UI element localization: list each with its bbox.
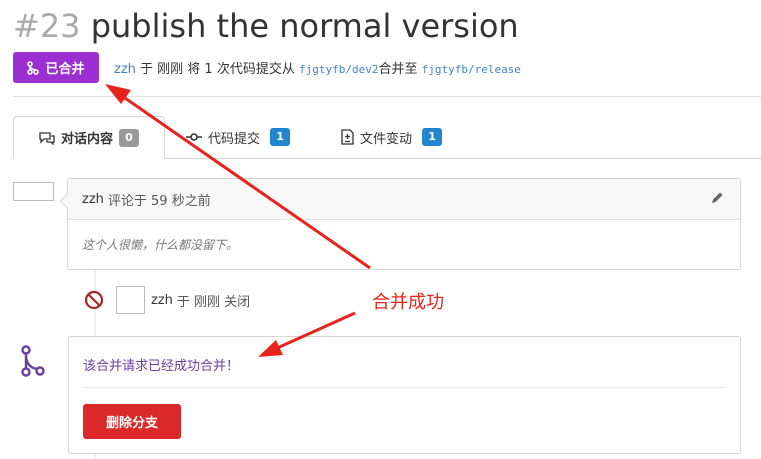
merge-event-icon — [21, 345, 45, 377]
tab-conversation-count: 0 — [119, 128, 139, 147]
event-avatar[interactable] — [116, 286, 145, 314]
comment-meta: 评论于 59 秒之前 — [107, 193, 211, 209]
from-branch-link[interactable]: fjgtyfb/dev2 — [299, 63, 378, 76]
tab-commits-count: 1 — [270, 128, 291, 146]
pr-summary-pre: 于 刚刚 将 1 次代码提交从 — [135, 62, 299, 77]
tab-conversation-label: 对话内容 — [60, 132, 113, 147]
tab-files-label: 文件变动 — [360, 131, 413, 147]
comment-body: 这个人很懒，什么都没留下。 — [82, 238, 239, 252]
pr-title: #23 publish the normal version — [13, 4, 519, 48]
commenter-avatar[interactable] — [13, 182, 54, 201]
pr-meta: zzh 于 刚刚 将 1 次代码提交从 fjgtyfb/dev2合并至 fjgt… — [114, 58, 521, 77]
merged-status-badge: 已合并 — [13, 52, 99, 83]
merge-success-message: 该合并请求已经成功合并！ — [83, 359, 240, 374]
to-branch-link[interactable]: fjgtyfb/release — [422, 63, 521, 76]
file-diff-icon — [341, 129, 354, 145]
event-text: 于 刚刚 关闭 — [176, 294, 251, 310]
comment-card: zzh 评论于 59 秒之前 这个人很懒，什么都没留下。 — [60, 178, 741, 270]
pr-title-text: publish the normal version — [90, 7, 519, 45]
header-divider — [13, 96, 761, 97]
tab-commits[interactable]: 代码提交 1 — [186, 116, 291, 158]
tab-conversation[interactable]: 对话内容 0 — [13, 116, 165, 159]
comments-icon — [39, 131, 55, 145]
comment-header: zzh 评论于 59 秒之前 — [68, 179, 740, 220]
merged-status-label: 已合并 — [45, 62, 85, 77]
pr-author-link[interactable]: zzh — [114, 62, 136, 77]
merge-success-card: 该合并请求已经成功合并！ 删除分支 — [68, 336, 741, 454]
merge-icon — [27, 60, 40, 75]
commit-icon — [186, 133, 202, 141]
delete-branch-button[interactable]: 删除分支 — [83, 404, 181, 439]
annotation-label: 合并成功 — [372, 292, 444, 313]
comment-caret — [60, 193, 68, 209]
tab-files-count: 1 — [422, 128, 443, 146]
merge-card-divider — [83, 387, 726, 388]
tab-commits-label: 代码提交 — [208, 131, 261, 147]
closed-icon — [84, 290, 104, 310]
comment-author[interactable]: zzh — [82, 192, 104, 207]
close-event: zzh 于 刚刚 关闭 — [151, 286, 250, 314]
tab-files[interactable]: 文件变动 1 — [341, 116, 443, 158]
pr-summary-mid: 合并至 — [378, 62, 422, 77]
pr-number: #23 — [13, 7, 81, 45]
pencil-icon[interactable] — [710, 191, 724, 205]
event-user[interactable]: zzh — [151, 293, 173, 308]
